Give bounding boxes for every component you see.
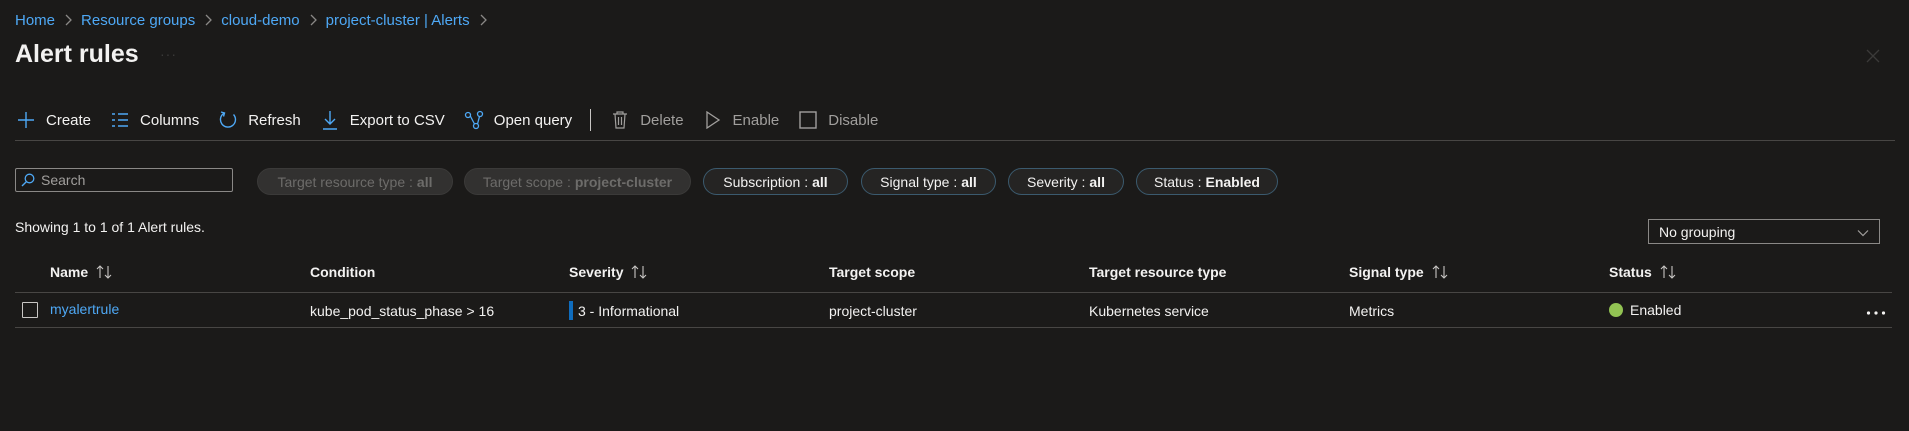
download-icon [319,109,341,131]
chevron-right-icon [64,14,72,26]
sort-icon [631,265,649,279]
column-header-name[interactable]: Name [50,264,114,280]
status-cell: Enabled [1609,302,1681,318]
sort-icon [1432,265,1450,279]
grouping-dropdown[interactable]: No grouping [1648,219,1880,244]
results-summary: Showing 1 to 1 of 1 Alert rules. [15,219,205,235]
filter-label: Target scope : [482,173,571,190]
filter-label: Target resource type : [277,173,413,190]
close-button[interactable] [1863,47,1883,67]
column-header-signal-type[interactable]: Signal type [1349,264,1450,280]
filter-value: all [812,173,828,190]
more-icon [1866,302,1886,318]
table-row-divider [15,327,1892,328]
filter-label: Signal type : [880,173,958,190]
chevron-down-icon [1857,224,1869,240]
trash-icon [609,109,631,131]
chevron-right-icon [204,14,213,26]
breadcrumb-resource-groups[interactable]: Resource groups [81,12,195,29]
ellipsis-icon: ··· [160,46,177,62]
refresh-icon [217,109,239,131]
close-icon [1866,49,1880,66]
severity-label: 3 - Informational [578,302,680,319]
export-csv-button[interactable]: Export to CSV [319,105,445,135]
refresh-label: Refresh [248,111,301,129]
column-header-condition: Condition [310,264,375,280]
disable-label: Disable [828,111,879,129]
search-box [15,168,233,192]
columns-button[interactable]: Columns [109,105,199,135]
plus-icon [15,109,37,131]
open-query-label: Open query [493,111,573,129]
target-scope-cell: project-cluster [829,303,917,319]
filter-severity[interactable]: Severity : all [1008,168,1124,195]
filter-target-scope: Target scope : project-cluster [464,168,691,195]
filter-label: Status : [1154,173,1202,190]
filter-target-resource-type: Target resource type : all [257,168,453,195]
severity-cell: 3 - Informational [569,301,679,320]
filter-value: all [416,173,433,190]
filter-label: Severity : [1027,173,1086,190]
columns-label: Columns [140,111,200,129]
breadcrumb-resource-group[interactable]: cloud-demo [221,12,299,29]
condition-cell: kube_pod_status_phase > 16 [310,303,495,319]
toolbar-divider-line [15,140,1895,141]
column-header-status[interactable]: Status [1609,264,1678,280]
status-label: Enabled [1630,302,1682,318]
column-header-label: Severity [569,264,624,280]
filter-value: all [961,173,977,190]
column-header-label: Target scope [829,264,916,280]
breadcrumb-alerts[interactable]: project-cluster | Alerts [326,12,470,29]
enable-label: Enable [732,111,780,129]
filter-signal-type[interactable]: Signal type : all [861,168,996,195]
export-csv-label: Export to CSV [349,111,445,129]
filter-status[interactable]: Status : Enabled [1136,168,1278,195]
filter-value: all [1089,173,1105,190]
column-header-target-scope: Target scope [829,264,915,280]
column-header-label: Condition [310,264,376,280]
filter-label: Subscription : [723,173,809,190]
row-checkbox[interactable] [22,302,38,318]
filter-value: Enabled [1205,173,1260,190]
signal-type-cell: Metrics [1349,303,1395,319]
column-header-label: Target resource type [1089,264,1227,280]
sort-icon [1660,265,1678,279]
chevron-right-icon [309,14,317,26]
search-input[interactable] [41,172,221,188]
disable-button[interactable]: Disable [797,105,878,135]
play-icon [702,109,724,131]
delete-button[interactable]: Delete [609,105,684,135]
toolbar-divider [590,109,592,131]
sort-icon [96,265,114,279]
column-header-target-resource-type: Target resource type [1089,264,1226,280]
delete-label: Delete [640,111,684,129]
columns-icon [109,109,131,131]
query-icon [463,109,485,131]
severity-indicator [569,301,573,320]
column-header-label: Status [1609,264,1652,280]
search-icon [21,173,35,187]
alert-rule-name-link[interactable]: myalertrule [50,301,119,317]
chevron-right-icon [479,14,487,26]
column-header-label: Signal type [1349,264,1424,280]
create-button[interactable]: Create [15,105,91,135]
grouping-value: No grouping [1659,223,1736,240]
column-header-label: Name [50,264,89,280]
open-query-button[interactable]: Open query [463,105,572,135]
square-icon [797,109,819,131]
breadcrumb-home[interactable]: Home [15,12,55,29]
filter-value: project-cluster [574,173,673,190]
status-enabled-icon [1609,303,1623,317]
create-label: Create [46,111,92,129]
filter-subscription[interactable]: Subscription : all [703,168,848,195]
row-actions-button[interactable] [1866,302,1886,318]
breadcrumb: Home Resource groups cloud-demo project-… [15,9,496,31]
table-header-divider [15,292,1892,293]
refresh-button[interactable]: Refresh [217,105,301,135]
command-bar: Create Columns Refresh Export to CSV Ope… [15,105,896,135]
page-title: Alert rules [15,40,139,68]
target-resource-type-cell: Kubernetes service [1089,303,1209,319]
column-header-severity[interactable]: Severity [569,264,649,280]
enable-button[interactable]: Enable [702,105,780,135]
